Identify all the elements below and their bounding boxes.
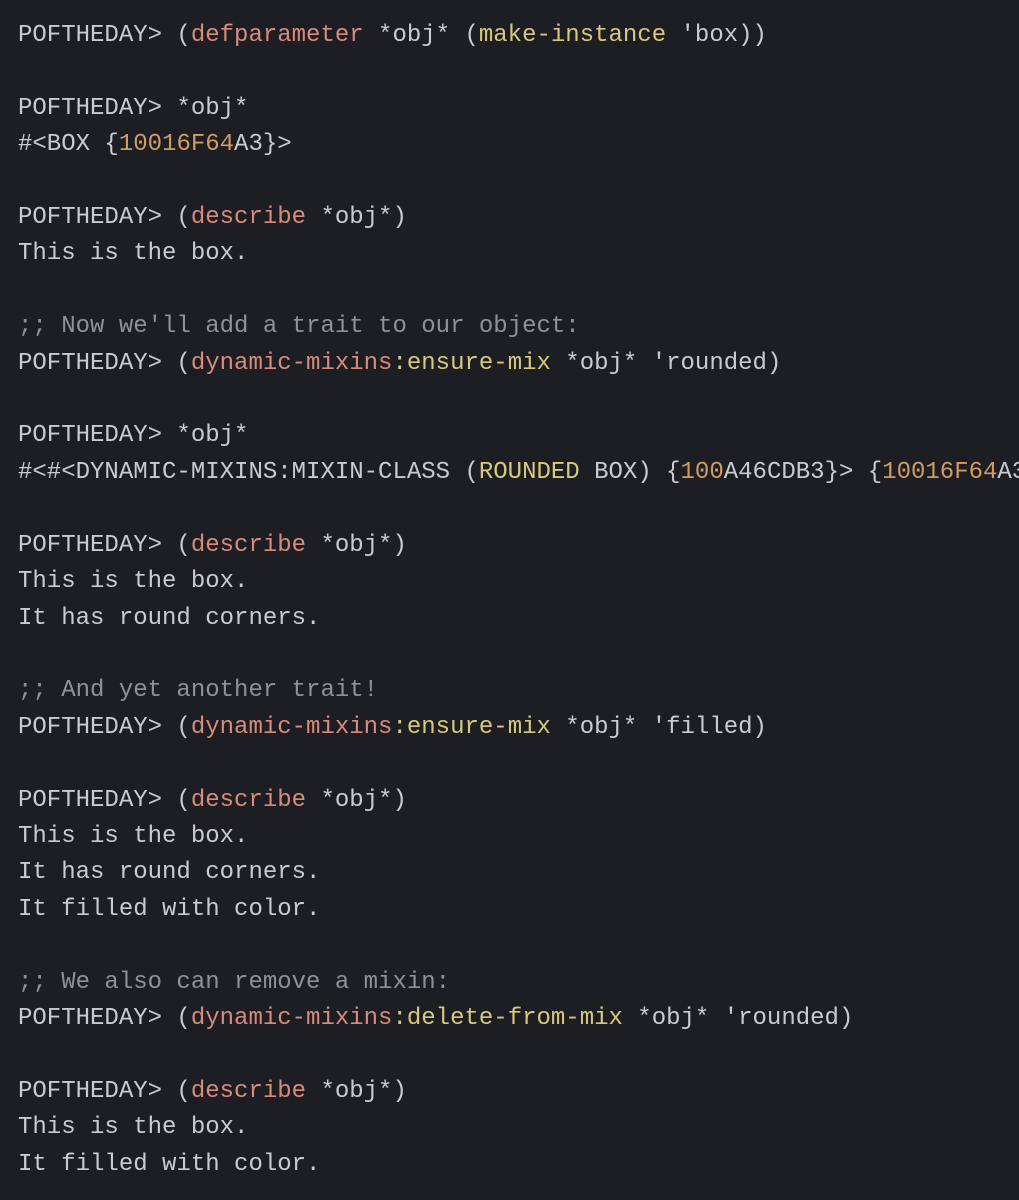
code-block: POFTHEDAY> (defparameter *obj* (make-ins… xyxy=(0,0,1019,1200)
code-line: This is the box. xyxy=(18,823,248,850)
code-token: ;; We also can remove a mixin: xyxy=(18,969,450,996)
code-token: describe xyxy=(191,532,306,559)
code-token: dynamic-mixins xyxy=(191,1005,393,1032)
code-line: #<#<DYNAMIC-MIXINS:MIXIN-CLASS (ROUNDED … xyxy=(18,459,1019,486)
code-line: It has round corners. xyxy=(18,605,320,632)
code-token: This is the box. xyxy=(18,568,248,595)
code-token: This is the box. xyxy=(18,1114,248,1141)
code-token: This is the box. xyxy=(18,823,248,850)
code-token: POFTHEDAY> ( xyxy=(18,1078,191,1105)
code-line: This is the box. xyxy=(18,1114,248,1141)
code-token: dynamic-mixins xyxy=(191,714,393,741)
code-token: :delete-from-mix xyxy=(392,1005,622,1032)
code-token: *obj* ( xyxy=(364,22,479,49)
code-token: 10016F64 xyxy=(119,131,234,158)
code-token: 10016F64 xyxy=(882,459,997,486)
code-token: POFTHEDAY> ( xyxy=(18,350,191,377)
code-line: This is the box. xyxy=(18,240,248,267)
code-token: #<#<DYNAMIC-MIXINS:MIXIN-CLASS ( xyxy=(18,459,479,486)
code-line: POFTHEDAY> (describe *obj*) xyxy=(18,1078,407,1105)
code-token: *obj* 'rounded) xyxy=(551,350,781,377)
code-line: It filled with color. xyxy=(18,896,320,923)
code-token: *obj*) xyxy=(306,787,407,814)
code-line: ;; And yet another trait! xyxy=(18,677,378,704)
code-token: It filled with color. xyxy=(18,1151,320,1178)
code-token: This is the box. xyxy=(18,240,248,267)
code-token: A46CDB3}> { xyxy=(724,459,882,486)
code-token: POFTHEDAY> *obj* xyxy=(18,422,248,449)
code-token: :ensure-mix xyxy=(392,714,550,741)
code-token: ;; And yet another trait! xyxy=(18,677,378,704)
code-token: 100 xyxy=(681,459,724,486)
code-token: POFTHEDAY> ( xyxy=(18,787,191,814)
code-token: It has round corners. xyxy=(18,605,320,632)
code-token: A3}> xyxy=(997,459,1019,486)
code-token: make-instance xyxy=(479,22,666,49)
code-line: ;; Now we'll add a trait to our object: xyxy=(18,313,580,340)
code-token: BOX) { xyxy=(580,459,681,486)
code-line: POFTHEDAY> (describe *obj*) xyxy=(18,204,407,231)
code-token: #<BOX { xyxy=(18,131,119,158)
code-token: *obj*) xyxy=(306,1078,407,1105)
code-line: It filled with color. xyxy=(18,1151,320,1178)
code-line: POFTHEDAY> (defparameter *obj* (make-ins… xyxy=(18,22,767,49)
code-token: ;; Now we'll add a trait to our object: xyxy=(18,313,580,340)
code-token: It filled with color. xyxy=(18,896,320,923)
code-token: dynamic-mixins xyxy=(191,350,393,377)
code-line: ;; We also can remove a mixin: xyxy=(18,969,450,996)
code-token: describe xyxy=(191,787,306,814)
code-token: A3}> xyxy=(234,131,292,158)
code-line: POFTHEDAY> (dynamic-mixins:ensure-mix *o… xyxy=(18,714,767,741)
code-token: *obj*) xyxy=(306,532,407,559)
code-token: *obj* 'filled) xyxy=(551,714,767,741)
code-line: POFTHEDAY> (describe *obj*) xyxy=(18,532,407,559)
code-token: describe xyxy=(191,204,306,231)
code-token: POFTHEDAY> ( xyxy=(18,714,191,741)
code-token: :ensure-mix xyxy=(392,350,550,377)
code-token: defparameter xyxy=(191,22,364,49)
code-line: #<BOX {10016F64A3}> xyxy=(18,131,292,158)
code-line: POFTHEDAY> (dynamic-mixins:delete-from-m… xyxy=(18,1005,853,1032)
code-token: POFTHEDAY> ( xyxy=(18,204,191,231)
code-line: POFTHEDAY> (dynamic-mixins:ensure-mix *o… xyxy=(18,350,781,377)
code-token: *obj*) xyxy=(306,204,407,231)
code-token: POFTHEDAY> ( xyxy=(18,22,191,49)
code-token: POFTHEDAY> ( xyxy=(18,532,191,559)
code-line: It has round corners. xyxy=(18,859,320,886)
code-token: POFTHEDAY> ( xyxy=(18,1005,191,1032)
code-token: POFTHEDAY> *obj* xyxy=(18,95,248,122)
code-line: POFTHEDAY> *obj* xyxy=(18,422,248,449)
code-token: describe xyxy=(191,1078,306,1105)
code-line: POFTHEDAY> *obj* xyxy=(18,95,248,122)
code-line: This is the box. xyxy=(18,568,248,595)
code-token: It has round corners. xyxy=(18,859,320,886)
code-token: 'box)) xyxy=(666,22,767,49)
code-token: ROUNDED xyxy=(479,459,580,486)
code-line: POFTHEDAY> (describe *obj*) xyxy=(18,787,407,814)
code-token: *obj* 'rounded) xyxy=(623,1005,853,1032)
